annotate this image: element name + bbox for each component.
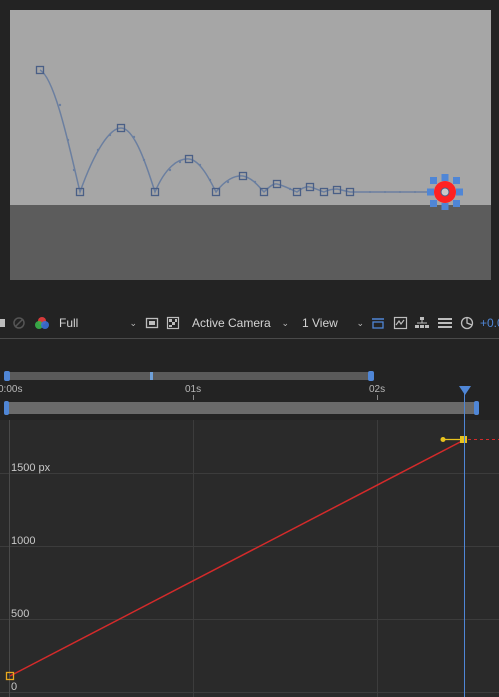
work-area-start-handle[interactable] — [4, 401, 9, 415]
viewer-toolbar: Full ⌄ Active Camera ⌄ 1 View ⌄ +0.0 — [0, 310, 499, 336]
chevron-down-icon: ⌄ — [281, 317, 289, 328]
chevron-down-icon: ⌄ — [129, 317, 137, 328]
transform-handle[interactable] — [453, 200, 460, 207]
camera-dropdown[interactable]: Active Camera ⌄ — [192, 310, 289, 336]
view-layout-dropdown[interactable]: 1 View ⌄ — [302, 310, 364, 336]
channel-rgb-icon[interactable] — [33, 310, 51, 336]
fast-preview-icon[interactable] — [393, 310, 409, 336]
anchor-point-icon[interactable] — [440, 187, 450, 197]
transparency-grid-icon[interactable] — [166, 310, 180, 336]
transform-handle[interactable] — [427, 188, 434, 196]
graph-editor[interactable]: 1500 px 1000 500 0 — [0, 420, 499, 697]
time-ruler[interactable]: 0:00s 01s 02s — [0, 382, 499, 400]
resolution-value: Full — [59, 316, 79, 330]
transform-handle[interactable] — [441, 174, 449, 181]
playhead-handle-icon[interactable] — [459, 386, 471, 395]
comp-background — [10, 10, 491, 205]
composition-canvas[interactable] — [10, 10, 491, 280]
time-navigator[interactable] — [4, 371, 374, 381]
y-axis-label: 0 — [11, 681, 18, 693]
transform-handle[interactable] — [453, 177, 460, 184]
view-layout-value: 1 View — [302, 316, 338, 330]
resolution-dropdown[interactable]: Full ⌄ — [59, 310, 137, 336]
show-snapshot-icon[interactable] — [12, 310, 26, 336]
work-area-end-handle[interactable] — [474, 401, 479, 415]
selected-layer[interactable] — [427, 174, 463, 210]
transform-handle[interactable] — [430, 177, 437, 184]
composition-viewer[interactable] — [10, 10, 491, 280]
timeline-panel: 0:00s 01s 02s 1500 px 1000 500 0 — [0, 340, 499, 697]
work-area-bar[interactable] — [4, 401, 479, 415]
y-axis-label: 1500 px — [11, 462, 51, 474]
3d-draft-icon[interactable] — [370, 310, 386, 336]
layer-list-icon[interactable] — [437, 310, 453, 336]
transform-handle[interactable] — [441, 203, 449, 210]
panel-divider — [0, 338, 499, 339]
transform-handle[interactable] — [430, 200, 437, 207]
navigator-end-handle[interactable] — [368, 371, 374, 381]
y-axis-label: 500 — [11, 608, 30, 620]
flowchart-icon[interactable] — [414, 310, 430, 336]
region-of-interest-icon[interactable] — [145, 310, 159, 336]
chevron-down-icon: ⌄ — [356, 317, 364, 328]
current-time-indicator[interactable] — [464, 388, 465, 697]
navigator-start-handle[interactable] — [4, 371, 10, 381]
bezier-handle[interactable] — [440, 437, 446, 442]
snapshot-icon[interactable] — [0, 310, 6, 336]
exposure-reset-icon[interactable] — [460, 310, 474, 336]
camera-value: Active Camera — [192, 316, 271, 330]
comp-floor — [10, 205, 491, 280]
navigator-marker — [150, 372, 153, 380]
exposure-value[interactable]: +0.0 — [480, 310, 499, 336]
transform-handle[interactable] — [456, 188, 463, 196]
y-axis-label: 1000 — [11, 535, 36, 547]
